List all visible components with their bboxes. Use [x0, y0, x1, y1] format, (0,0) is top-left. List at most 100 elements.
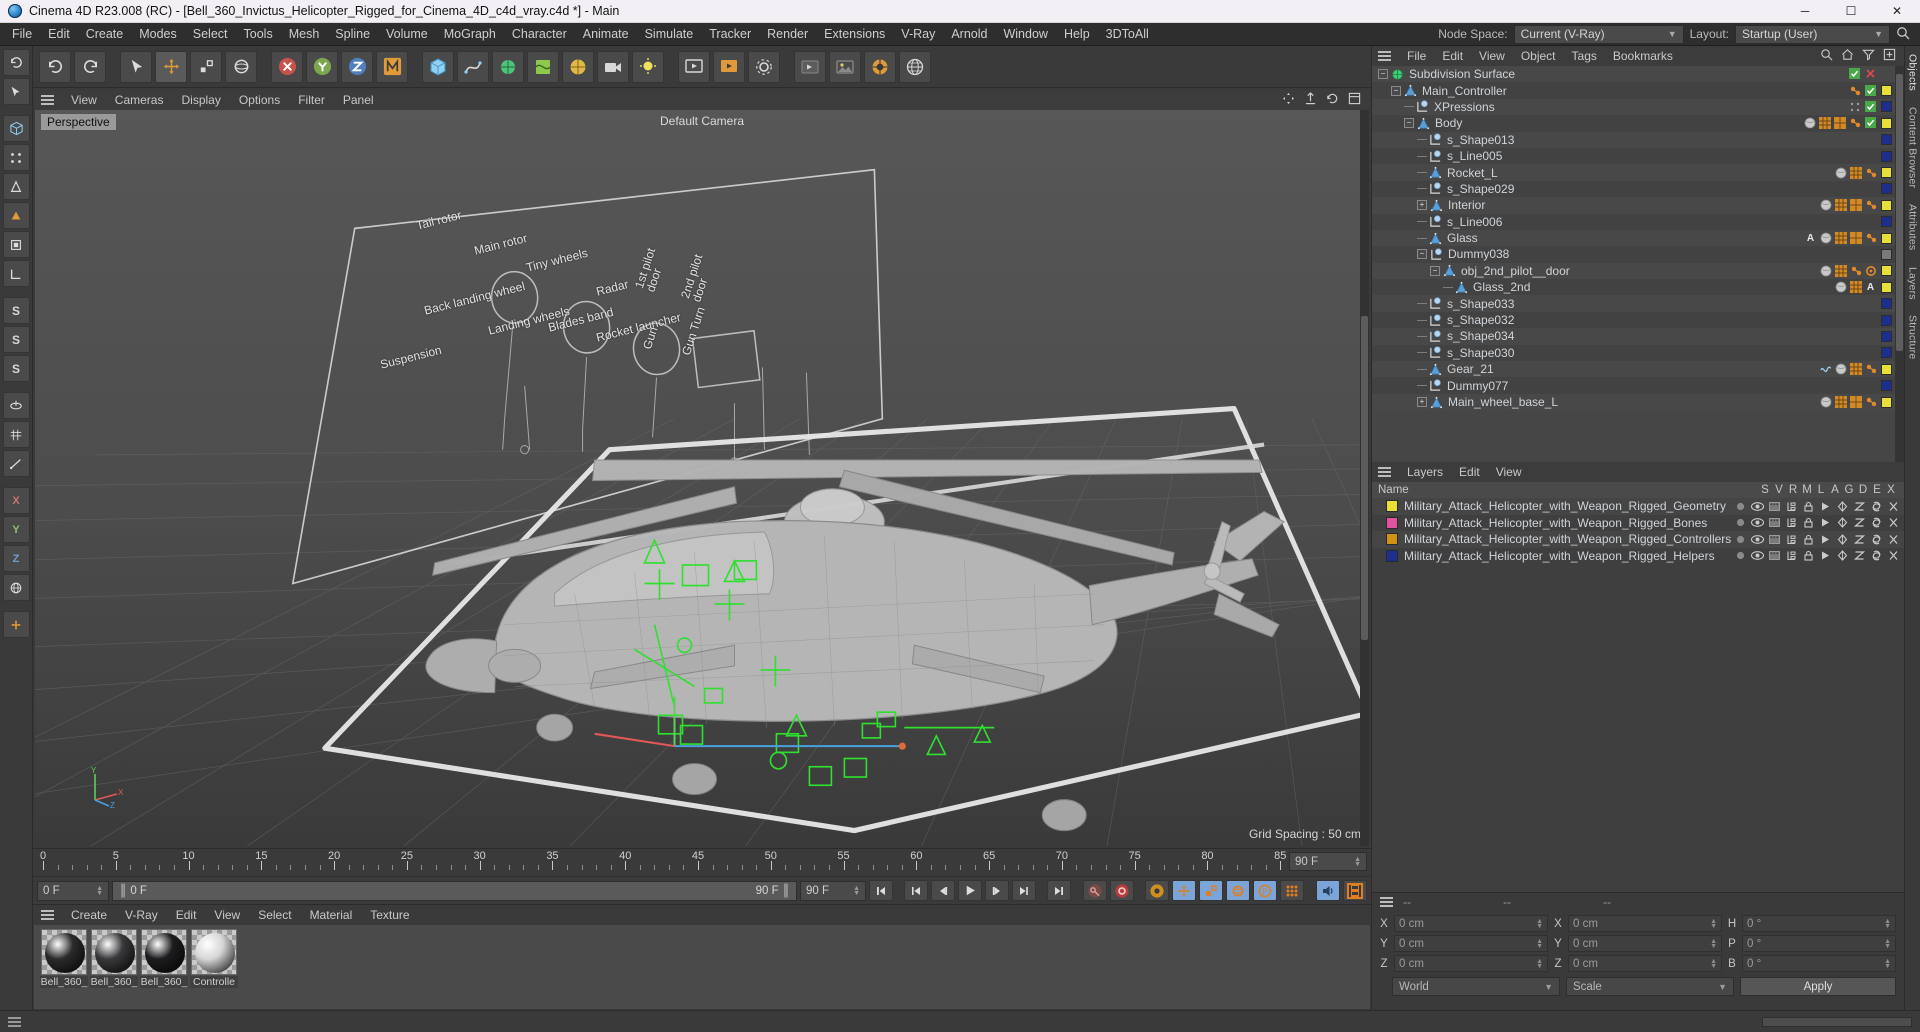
object-tree-row[interactable]: s_Shape033 — [1372, 295, 1904, 312]
menu-window[interactable]: Window — [995, 24, 1055, 44]
tab-structure[interactable]: Structure — [1907, 307, 1919, 367]
camera-button[interactable] — [597, 50, 629, 83]
object-menu-file[interactable]: File — [1399, 47, 1434, 65]
object-tree-row[interactable]: s_Line006 — [1372, 213, 1904, 230]
spline-pen-button[interactable] — [2, 450, 30, 477]
texture-tag-icon[interactable] — [1834, 232, 1847, 245]
expression-icon[interactable] — [1870, 549, 1883, 562]
go-to-start-button[interactable] — [869, 880, 893, 901]
layer-column-header[interactable]: G — [1842, 484, 1856, 496]
enable-toggle-icon[interactable] — [1864, 84, 1877, 97]
render-view-button[interactable] — [678, 50, 710, 83]
redo-button[interactable] — [74, 50, 106, 83]
viewport-menu-panel[interactable]: Panel — [334, 91, 383, 109]
rotate-view-icon[interactable] — [1326, 92, 1339, 108]
layer-row[interactable]: Military_Attack_Helicopter_with_Weapon_R… — [1372, 514, 1904, 531]
tree-expander[interactable]: + — [1417, 397, 1427, 407]
lock-z-axis-button[interactable] — [341, 50, 373, 83]
close-button[interactable]: ✕ — [1874, 0, 1920, 23]
solo-icon[interactable] — [1734, 500, 1747, 513]
spinner-icon[interactable]: ▲ ▼ — [1884, 938, 1891, 950]
enable-toggle-icon[interactable] — [1864, 100, 1877, 113]
object-tree-row[interactable]: s_Shape013 — [1372, 131, 1904, 148]
visibility-icon[interactable] — [1751, 516, 1764, 529]
cube-primitive-button[interactable] — [422, 50, 454, 83]
animation-icon[interactable] — [1819, 516, 1832, 529]
object-tree-row[interactable]: Dummy077 — [1372, 377, 1904, 394]
object-tree-row[interactable]: s_Shape034 — [1372, 328, 1904, 345]
tree-expander[interactable]: − — [1378, 69, 1388, 80]
generator-icon[interactable] — [1836, 500, 1849, 513]
spinner-icon[interactable]: ▲ ▼ — [1884, 918, 1891, 930]
menu-help[interactable]: Help — [1056, 24, 1098, 44]
tree-expander[interactable]: − — [1417, 249, 1427, 260]
lock-y-axis-button[interactable] — [306, 50, 338, 83]
zoom-view-icon[interactable] — [1304, 92, 1317, 108]
spinner-icon[interactable]: ▲ ▼ — [96, 885, 103, 897]
lock-icon[interactable] — [1802, 533, 1815, 546]
spinner-icon[interactable]: ▲ ▼ — [853, 885, 860, 897]
object-layer-swatch[interactable] — [1880, 330, 1892, 342]
world-coordinate-button[interactable] — [376, 50, 408, 83]
object-tree-row[interactable]: − obj_2nd_pilot__door — [1372, 262, 1904, 280]
rotation-field[interactable]: 0 ° ▲ ▼ — [1742, 915, 1896, 932]
keyframe-move-button[interactable] — [1172, 880, 1196, 901]
visibility-icon[interactable] — [1751, 533, 1764, 546]
viewport-scrollbar[interactable] — [1360, 110, 1369, 846]
object-tree-row[interactable]: + Interior — [1372, 197, 1904, 214]
phong-tag-icon[interactable] — [1835, 363, 1847, 375]
menu-character[interactable]: Character — [504, 24, 575, 44]
object-tree-row[interactable]: − Subdivision Surface — [1372, 66, 1904, 83]
coordinate-lock-z-button[interactable]: Z — [2, 545, 30, 572]
xpresso-tag-icon[interactable] — [1850, 265, 1862, 277]
generator-icon[interactable] — [1836, 533, 1849, 546]
object-menu-view[interactable]: View — [1471, 47, 1513, 65]
size-field[interactable]: 0 cm ▲ ▼ — [1568, 935, 1722, 952]
disable-toggle-icon[interactable] — [1865, 68, 1877, 80]
menu-tracker[interactable]: Tracker — [701, 24, 759, 44]
spinner-icon[interactable]: ▲ ▼ — [1710, 918, 1717, 930]
layer-column-header[interactable]: L — [1814, 484, 1828, 496]
points-mode-button[interactable] — [2, 144, 30, 171]
rotation-field[interactable]: 0 ° ▲ ▼ — [1742, 935, 1896, 952]
object-menu-edit[interactable]: Edit — [1434, 47, 1471, 65]
texture-tag-icon[interactable] — [1833, 117, 1846, 130]
object-layer-swatch[interactable] — [1880, 248, 1892, 260]
autokey-button[interactable] — [1083, 880, 1107, 901]
position-field[interactable]: 0 cm ▲ ▼ — [1394, 915, 1548, 932]
object-tree-row[interactable]: s_Shape032 — [1372, 311, 1904, 329]
deformer-button[interactable] — [527, 50, 559, 83]
menu-animate[interactable]: Animate — [575, 24, 637, 44]
status-hamburger-icon[interactable] — [8, 1016, 21, 1027]
layer-hamburger-icon[interactable] — [1372, 467, 1399, 477]
keyframe-scale-button[interactable] — [1199, 880, 1223, 901]
current-frame-field[interactable]: 0 F ▲ ▼ — [37, 880, 109, 901]
picture-viewer-button[interactable] — [829, 50, 861, 83]
texture-tag-icon[interactable] — [1849, 281, 1862, 294]
menu-mesh[interactable]: Mesh — [281, 24, 328, 44]
deformer-icon[interactable] — [1853, 549, 1866, 562]
rotate-tool-button[interactable] — [225, 50, 257, 83]
annotation-tag-icon[interactable]: A — [1805, 232, 1817, 244]
coordinate-mode-select[interactable]: Scale ▼ — [1566, 977, 1734, 996]
layer-menu-edit[interactable]: Edit — [1451, 463, 1488, 481]
generator-icon[interactable] — [1836, 516, 1849, 529]
menu-vray[interactable]: V-Ray — [893, 24, 943, 44]
timeline-ruler[interactable]: 0 5 10 15 20 25 30 35 40 45 50 55 60 65 70 75 80 85 90 F … — [33, 848, 1371, 876]
spinner-icon[interactable]: ▲ ▼ — [1710, 958, 1717, 970]
manager-icon[interactable] — [1785, 549, 1798, 562]
material-preview[interactable] — [191, 929, 237, 975]
spinner-icon[interactable]: ▲ ▼ — [1536, 958, 1543, 970]
object-layer-swatch[interactable] — [1880, 216, 1892, 228]
xpresso-tag-icon[interactable] — [1865, 232, 1877, 244]
spline-primitive-button[interactable] — [457, 50, 489, 83]
position-field[interactable]: 0 cm ▲ ▼ — [1394, 955, 1548, 972]
xpresso-tag-icon[interactable] — [1865, 363, 1877, 375]
lock-icon[interactable] — [1802, 549, 1815, 562]
object-tree-row[interactable]: s_Shape030 — [1372, 344, 1904, 362]
render-icon[interactable] — [1768, 516, 1781, 529]
object-layer-swatch[interactable] — [1880, 150, 1892, 162]
material-preview[interactable] — [41, 929, 87, 975]
layer-column-header[interactable]: D — [1856, 484, 1870, 496]
previous-keyframe-button[interactable] — [904, 880, 928, 901]
